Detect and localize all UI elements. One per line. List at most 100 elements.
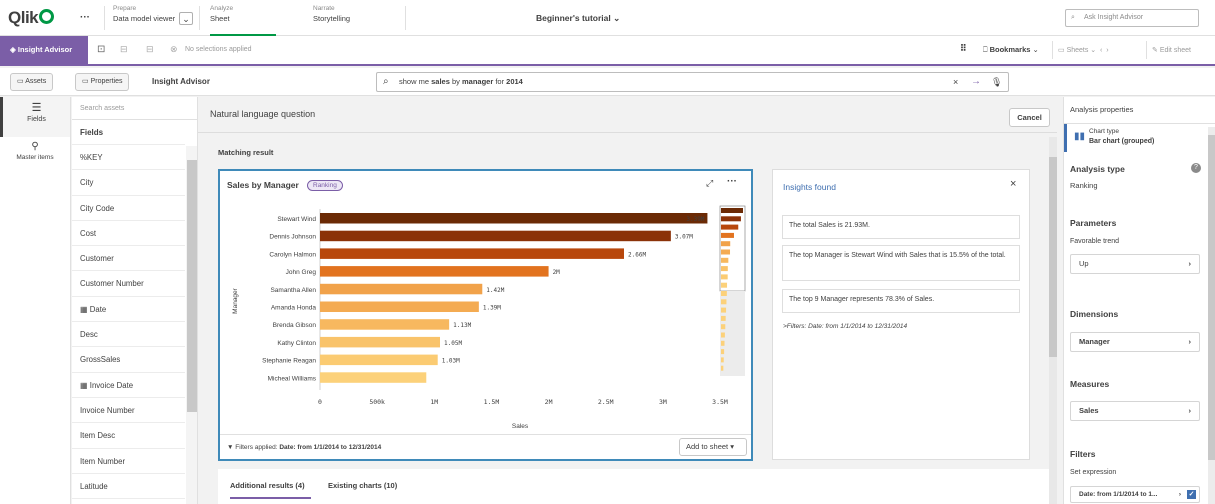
field-item[interactable]: ▦ Invoice Date (72, 373, 185, 398)
bar[interactable] (320, 319, 450, 330)
insight-advisor-button[interactable]: ◈ Insight Advisor (0, 36, 88, 64)
assets-button[interactable]: ▭ Assets (10, 73, 54, 91)
bar[interactable] (320, 248, 624, 259)
minichart-bar[interactable] (721, 257, 729, 263)
nav-prepare[interactable]: Prepare Data model viewer (113, 5, 175, 23)
favorable-trend-select[interactable]: Up › (1070, 254, 1200, 274)
minichart-bar[interactable] (721, 224, 739, 230)
dimension-item[interactable]: Manager › (1070, 332, 1200, 352)
rail-fields[interactable]: ☰ Fields (0, 97, 70, 137)
minichart-bar[interactable] (721, 291, 727, 296)
field-item[interactable]: Invoice Number (72, 398, 185, 424)
tab-existing-charts[interactable]: Existing charts (10) (328, 481, 397, 490)
clear-selections-icon[interactable]: ⊗ (170, 44, 178, 55)
assets-panel: Search assets Fields %KEY City City Code Co… (72, 97, 198, 504)
field-item[interactable]: Desc (72, 322, 185, 348)
minichart-bar[interactable] (721, 307, 727, 313)
bar[interactable] (320, 301, 479, 313)
link-icon: ⚲ (31, 141, 39, 152)
field-label: Cost (80, 228, 97, 238)
add-to-sheet-button[interactable]: Add to sheet ▾ (679, 438, 747, 456)
chart-type-value: Bar chart (grouped) (1089, 138, 1155, 145)
minichart-bar[interactable] (721, 349, 725, 355)
field-item[interactable]: City (72, 170, 185, 196)
grid-icon[interactable]: ⠿ (960, 43, 967, 54)
minichart-bar[interactable] (721, 266, 728, 272)
chart-card[interactable]: Sales by Manager Ranking ⤢ ··· Manager S… (218, 169, 753, 461)
app-title[interactable]: Beginner's tutorial ⌄ (536, 13, 620, 24)
minichart-bar[interactable] (721, 324, 726, 330)
nav-analyze[interactable]: Analyze Sheet (210, 5, 276, 36)
bar[interactable] (320, 283, 483, 295)
qlik-logo[interactable]: Qlik (8, 8, 55, 28)
sheets-button[interactable]: ▭ Sheets ⌄ ‹ › (1058, 46, 1109, 54)
scrollbar-thumb[interactable] (1208, 135, 1215, 460)
right-scrollbar[interactable] (1208, 127, 1215, 504)
field-item[interactable]: %KEY (72, 145, 185, 171)
submit-arrow-icon[interactable]: → (971, 73, 981, 91)
scrollbar-thumb[interactable] (1049, 157, 1057, 357)
bookmarks-button[interactable]: ⎕ Bookmarks ⌄ (983, 45, 1039, 55)
bar[interactable] (320, 266, 549, 277)
microphone-icon[interactable]: 🎙 (991, 73, 1002, 91)
field-item[interactable]: GrossSales (72, 347, 185, 373)
more-options-icon[interactable]: ··· (727, 176, 737, 187)
minichart-bar[interactable] (721, 232, 734, 238)
field-item[interactable]: Item Desc (72, 423, 185, 449)
close-icon[interactable]: × (1010, 178, 1016, 190)
bar[interactable] (320, 354, 438, 366)
more-icon[interactable]: ··· (80, 12, 90, 23)
field-item[interactable]: Customer (72, 246, 185, 272)
ask-insight-advisor-input[interactable]: ⌕ Ask Insight Advisor (1065, 9, 1199, 27)
clear-icon[interactable]: × (953, 73, 958, 91)
field-item[interactable]: Cost (72, 221, 185, 247)
minichart-bar[interactable] (721, 282, 728, 288)
rail-master-items[interactable]: ⚲ Master items (0, 139, 70, 175)
field-label: Desc (80, 330, 98, 340)
field-item[interactable]: City Code (72, 196, 185, 221)
bar[interactable] (320, 230, 671, 242)
bar[interactable] (320, 372, 427, 383)
minichart-bar[interactable] (721, 274, 728, 280)
query-input[interactable]: ⌕ show me sales by manager for 2014 × → … (376, 72, 1009, 92)
step-back-icon[interactable]: ⊟ (120, 44, 128, 55)
help-icon[interactable]: ? (1191, 163, 1201, 173)
x-tick-label: 1.5M (484, 398, 500, 406)
minichart-bar[interactable] (721, 216, 741, 222)
checkbox-icon[interactable]: ✓ (1187, 490, 1196, 499)
minichart-bar[interactable] (721, 315, 726, 321)
bar[interactable] (320, 336, 440, 348)
minichart-bar[interactable] (721, 208, 743, 213)
prepare-dropdown-button[interactable]: ⌄ (179, 12, 193, 25)
minichart-bar[interactable] (721, 365, 724, 371)
minichart-bar[interactable] (721, 357, 724, 363)
edit-sheet-button[interactable]: ✎ Edit sheet (1152, 46, 1191, 54)
nav-narrate[interactable]: Narrate Storytelling (313, 5, 350, 23)
chart-type-selector[interactable]: ▮▮ Chart type Bar chart (grouped) (1064, 124, 1207, 152)
set-expression-label: Set expression (1070, 469, 1117, 476)
minichart-bar[interactable] (721, 299, 727, 305)
field-item[interactable]: Item Number (72, 449, 185, 474)
minichart-bar[interactable] (721, 249, 731, 255)
data-label: 1.05M (444, 340, 462, 347)
assets-scrollbar[interactable] (186, 146, 197, 504)
filter-item[interactable]: Date: from 1/1/2014 to 1... › ✓ (1070, 486, 1200, 503)
cancel-button[interactable]: Cancel (1009, 108, 1050, 127)
fields-header: Fields (72, 120, 185, 145)
expand-icon[interactable]: ⤢ (706, 178, 713, 189)
field-item[interactable]: ▦ Date (72, 297, 185, 323)
smart-search-icon[interactable]: ⊡ (97, 44, 105, 55)
measure-item[interactable]: Sales › (1070, 401, 1200, 421)
center-scrollbar[interactable] (1049, 137, 1057, 504)
field-item[interactable]: Latitude (72, 474, 185, 500)
scrollbar-thumb[interactable] (187, 160, 197, 412)
tab-additional-results[interactable]: Additional results (4) (230, 481, 311, 499)
assets-search-input[interactable]: Search assets (72, 97, 197, 120)
bar[interactable] (320, 213, 708, 224)
minichart-bar[interactable] (721, 340, 725, 346)
minichart-bar[interactable] (721, 332, 725, 338)
field-item[interactable]: Customer Number (72, 271, 185, 297)
minichart-bar[interactable] (721, 241, 731, 247)
step-forward-icon[interactable]: ⊟ (146, 44, 154, 55)
properties-button[interactable]: ▭ Properties (75, 73, 130, 91)
